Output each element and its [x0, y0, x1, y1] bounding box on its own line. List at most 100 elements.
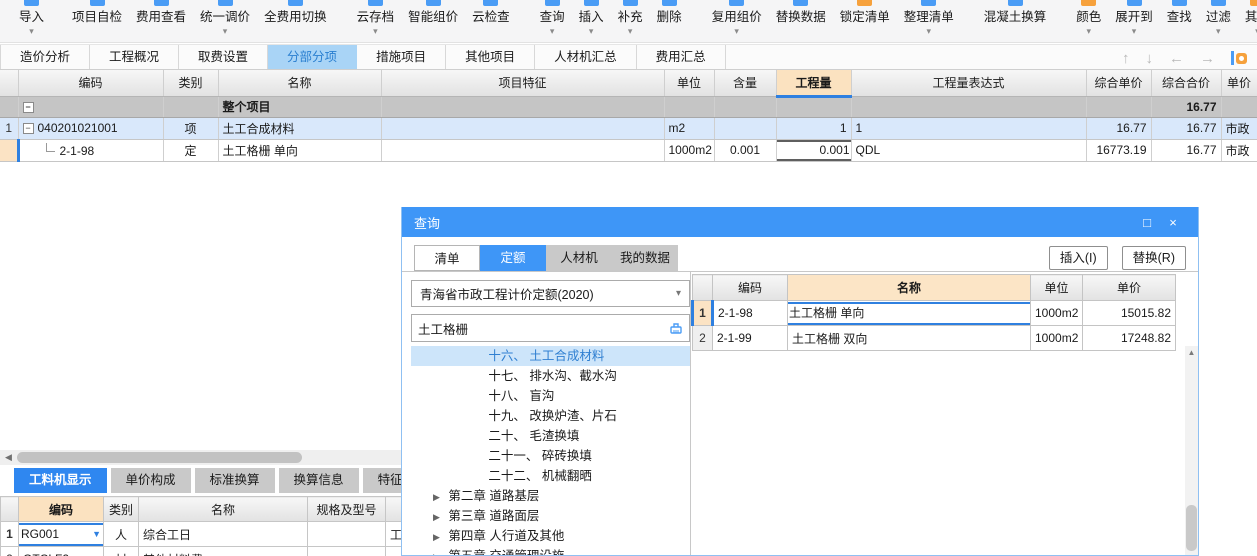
scroll-left-icon[interactable]: ◀	[0, 452, 17, 463]
tree-item[interactable]: ▶ 第二章 道路基层	[411, 486, 690, 506]
horizontal-scrollbar[interactable]: ◀	[0, 450, 410, 465]
scrollbar-thumb[interactable]	[16, 452, 302, 463]
module-tab[interactable]: 人材机汇总	[535, 45, 637, 69]
group-total-price[interactable]: 16.77	[1151, 96, 1222, 118]
resource-row-2[interactable]: 2 QTCLF2 材 其他材料费	[0, 546, 446, 556]
content-cell[interactable]	[714, 117, 777, 140]
toolbar-button[interactable]: 费用查看 ▾	[129, 0, 193, 36]
name-cell[interactable]: 综合工日	[138, 521, 308, 547]
toolbar-button[interactable]: 插入 ▾	[572, 0, 611, 36]
module-tab[interactable]: 分部分项	[268, 45, 358, 69]
col-name[interactable]: 名称	[218, 70, 382, 97]
search-brush-icon[interactable]	[669, 321, 683, 335]
search-input[interactable]	[418, 321, 669, 335]
toolbar-button[interactable]: 统一调价 ▾	[193, 0, 257, 36]
toolbar-button[interactable]: 颜色 ▾	[1069, 0, 1108, 36]
name-cell[interactable]: 土工合成材料	[218, 117, 382, 140]
collapse-icon[interactable]: −	[22, 101, 34, 113]
code-cell[interactable]: QTCLF2	[18, 546, 104, 556]
combo-arrow-icon[interactable]: ▼	[92, 529, 101, 539]
unit-price-cell[interactable]: 16.77	[1086, 117, 1152, 140]
col-price[interactable]: 单价	[1082, 274, 1176, 301]
name-cell[interactable]: 土工格栅 双向	[787, 325, 1031, 351]
tree-scrollbar[interactable]: ▲	[1185, 346, 1198, 555]
unit-cell[interactable]: 1000m2	[664, 139, 715, 162]
resource-row-1[interactable]: 1 RG001 ▼ 人 综合工日 工	[0, 521, 446, 547]
spec-cell[interactable]	[307, 546, 386, 556]
tree-item[interactable]: ▶ 第三章 道路面层	[411, 506, 690, 526]
row-number[interactable]: 2	[692, 325, 713, 351]
total-price-cell[interactable]: 16.77	[1151, 117, 1222, 140]
module-tab[interactable]: 费用汇总	[636, 45, 726, 69]
code-cell[interactable]: −040201021001	[18, 117, 164, 140]
feature-cell[interactable]	[381, 139, 665, 162]
code-cell[interactable]: 2-1-98	[712, 300, 788, 326]
detail-tab[interactable]: 换算信息	[278, 468, 359, 493]
unit-price-cell[interactable]: 16773.19	[1086, 139, 1152, 162]
module-tab[interactable]: 造价分析	[0, 45, 91, 69]
collapse-icon[interactable]: −	[22, 123, 34, 135]
scroll-up-icon[interactable]: ▲	[1185, 346, 1198, 360]
toolbar-button[interactable]: 导入 ▾	[12, 0, 51, 36]
tree-item[interactable]: ▶ 第四章 人行道及其他	[411, 526, 690, 546]
unit-cell[interactable]: m2	[664, 117, 715, 140]
toolbar-button[interactable]: 替换数据 ▾	[769, 0, 833, 36]
tree-item[interactable]: ▶ 二十一、 碎砖换填	[411, 446, 690, 466]
col-feature[interactable]: 项目特征	[381, 70, 665, 97]
toolbar-button[interactable]: 全费用切换 ▾	[257, 0, 334, 36]
search-box[interactable]	[411, 314, 690, 342]
content-cell[interactable]: 0.001	[714, 139, 777, 162]
toolbar-button[interactable]: 项目自检 ▾	[65, 0, 129, 36]
toolbar-button[interactable]: 展开到 ▾	[1108, 0, 1160, 36]
name-editor[interactable]: 土工格栅 单向	[788, 301, 1030, 325]
quantity-cell[interactable]: 0.001	[776, 139, 852, 162]
nav-down-icon[interactable]: ↓	[1146, 50, 1154, 67]
price-file-cell[interactable]: 市政	[1221, 139, 1257, 162]
tree-item[interactable]: ▶ 十八、 盲沟	[411, 386, 690, 406]
tree-item[interactable]: ▶ 二十二、 机械翻晒	[411, 466, 690, 486]
total-price-cell[interactable]: 16.77	[1151, 139, 1222, 162]
col-code[interactable]: 编码	[18, 496, 104, 522]
col-price-file[interactable]: 单价	[1221, 70, 1257, 97]
tree-item[interactable]: ▶ 十六、 土工合成材料	[411, 346, 690, 366]
toolbar-button[interactable]: 锁定清单 ▾	[833, 0, 897, 36]
quantity-editor[interactable]: 0.001	[776, 139, 850, 160]
toolbar-button[interactable]: 删除 ▾	[650, 0, 689, 36]
col-category[interactable]: 类别	[163, 70, 219, 97]
toolbar-button[interactable]: 查询 ▾	[533, 0, 572, 36]
col-code[interactable]: 编码	[18, 70, 164, 97]
detail-tab[interactable]: 标准换算	[194, 468, 275, 493]
name-cell[interactable]: 其他材料费	[138, 546, 308, 556]
category-cell[interactable]: 材	[103, 546, 139, 556]
nav-up-icon[interactable]: ↑	[1122, 50, 1130, 67]
col-rownum[interactable]	[692, 274, 713, 301]
grid-settings-button[interactable]	[1231, 51, 1247, 65]
nav-left-icon[interactable]: ←	[1169, 50, 1184, 67]
detail-tab[interactable]: 工料机显示	[14, 468, 107, 493]
unit-cell[interactable]: 1000m2	[1030, 300, 1083, 326]
project-group-row[interactable]: − 整个项目 16.77	[0, 96, 1257, 118]
maximize-icon[interactable]: □	[1134, 215, 1160, 230]
row-number[interactable]: 2	[0, 546, 19, 556]
dialog-tab[interactable]: 人材机	[546, 245, 612, 271]
toolbar-button[interactable]: 补充 ▾	[611, 0, 650, 36]
toolbar-button[interactable]: 过滤 ▾	[1199, 0, 1238, 36]
result-row-1[interactable]: 1 2-1-98 土工格栅 单向 1000m2 15015.82	[691, 300, 1176, 326]
group-code-cell[interactable]: −	[18, 96, 164, 118]
price-cell[interactable]: 17248.82	[1082, 325, 1176, 351]
insert-button[interactable]: 插入(I)	[1048, 246, 1108, 270]
boq-row-2[interactable]: 2-1-98 定 土工格栅 单向 1000m2 0.001 0.001 QDL …	[0, 139, 1257, 162]
quantity-cell[interactable]: 1	[776, 117, 852, 140]
toolbar-button[interactable]: 混凝土换算 ▾	[977, 0, 1054, 36]
toolbar-button[interactable]: 云存档 ▾	[350, 0, 402, 36]
result-row-2[interactable]: 2 2-1-99 土工格栅 双向 1000m2 17248.82	[692, 325, 1176, 351]
dialog-tab[interactable]: 定额	[480, 245, 546, 271]
spec-cell[interactable]	[307, 521, 386, 547]
category-cell[interactable]: 人	[103, 521, 139, 547]
toolbar-button[interactable]: 查找 ▾	[1160, 0, 1199, 36]
boq-row-1[interactable]: 1 −040201021001 项 土工合成材料 m2 1 1 16.77 16…	[0, 117, 1257, 140]
replace-button[interactable]: 替换(R)	[1121, 246, 1186, 270]
dialog-titlebar[interactable]: 查询 □ ×	[402, 207, 1198, 237]
price-cell[interactable]: 15015.82	[1082, 300, 1176, 326]
col-content[interactable]: 含量	[714, 70, 777, 97]
